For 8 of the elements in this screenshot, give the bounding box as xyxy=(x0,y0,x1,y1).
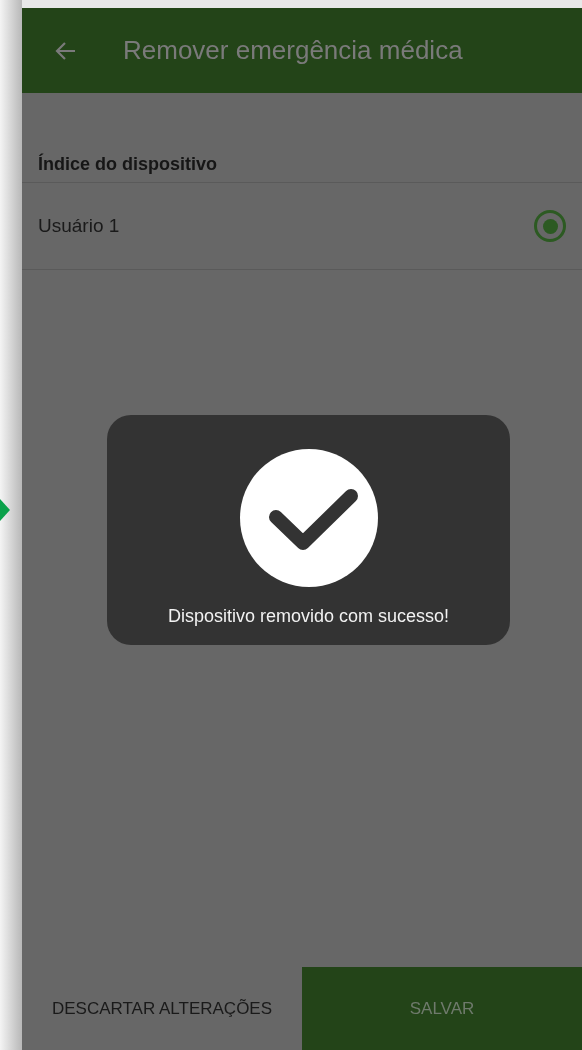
save-button[interactable]: SALVAR xyxy=(302,967,582,1050)
arrow-pointer-icon xyxy=(0,499,10,521)
screen-title: Remover emergência médica xyxy=(123,34,463,67)
option-row[interactable]: Usuário 1 xyxy=(22,183,582,270)
toast-message: Dispositivo removido com sucesso! xyxy=(167,605,450,628)
checkmark-circle-icon xyxy=(239,449,378,587)
section-label: Índice do dispositivo xyxy=(38,154,217,174)
radio-button[interactable] xyxy=(534,210,566,242)
